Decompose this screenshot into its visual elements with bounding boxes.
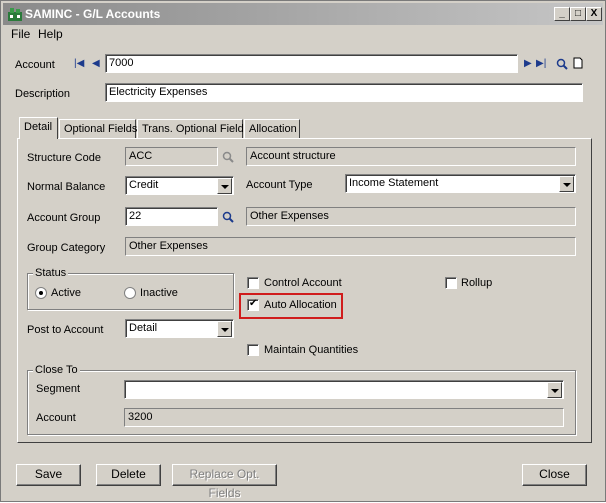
- save-button[interactable]: Save: [16, 464, 81, 486]
- post-to-account-select[interactable]: Detail: [125, 319, 234, 338]
- structure-code-field: ACC: [125, 147, 218, 166]
- account-type-select[interactable]: Income Statement: [345, 174, 576, 193]
- post-to-account-label: Post to Account: [27, 324, 104, 336]
- first-record-icon[interactable]: |◀: [74, 58, 84, 69]
- finder-icon[interactable]: [556, 58, 568, 70]
- segment-label: Segment: [36, 383, 81, 395]
- menu-bar: File Help: [3, 25, 603, 43]
- maximize-button[interactable]: □: [570, 7, 586, 21]
- tab-optional-fields[interactable]: Optional Fields: [59, 119, 137, 139]
- account-group-label: Account Group: [27, 212, 101, 224]
- description-label: Description: [15, 88, 71, 100]
- account-group-finder-icon[interactable]: [222, 211, 234, 223]
- status-active-label: Active: [51, 287, 81, 299]
- description-input[interactable]: Electricity Expenses: [105, 83, 583, 102]
- tab-allocation[interactable]: Allocation: [244, 119, 300, 139]
- menu-help[interactable]: Help: [38, 27, 63, 41]
- status-inactive-radio[interactable]: [124, 287, 136, 299]
- rollup-checkbox[interactable]: [445, 277, 457, 289]
- chevron-down-icon[interactable]: [559, 176, 574, 192]
- delete-button[interactable]: Delete: [96, 464, 161, 486]
- group-category-field: Other Expenses: [125, 237, 576, 256]
- close-account-field: 3200: [124, 408, 564, 427]
- replace-opt-fields-button[interactable]: Replace Opt. Fields: [172, 464, 277, 500]
- structure-code-finder-icon: [222, 151, 234, 163]
- chevron-down-icon[interactable]: [547, 382, 562, 398]
- close-button[interactable]: Close: [522, 464, 587, 486]
- chevron-down-icon[interactable]: [217, 178, 232, 194]
- control-account-label: Control Account: [264, 277, 342, 289]
- next-record-icon[interactable]: ▶: [524, 58, 532, 69]
- app-icon: [8, 8, 22, 21]
- auto-allocation-label: Auto Allocation: [264, 299, 337, 311]
- status-group-label: Status: [33, 267, 69, 279]
- close-to-group-label: Close To: [33, 364, 80, 376]
- tab-trans-optional-fields[interactable]: Trans. Optional Fields: [137, 119, 249, 139]
- status-inactive-label: Inactive: [140, 287, 178, 299]
- rollup-label: Rollup: [461, 277, 493, 289]
- previous-record-icon[interactable]: ◀: [92, 58, 100, 69]
- close-window-button[interactable]: X: [586, 7, 602, 21]
- account-group-description-field: Other Expenses: [246, 207, 576, 226]
- normal-balance-label: Normal Balance: [27, 181, 106, 193]
- tab-detail[interactable]: Detail: [19, 117, 58, 139]
- status-active-radio[interactable]: [35, 287, 47, 299]
- title-bar: SAMINC - G/L Accounts _ □ X: [3, 3, 603, 25]
- group-category-label: Group Category: [27, 242, 106, 254]
- maintain-quantities-label: Maintain Quantities: [264, 344, 359, 356]
- account-label: Account: [15, 59, 55, 71]
- new-record-icon[interactable]: [572, 57, 584, 69]
- window-title: SAMINC - G/L Accounts: [25, 7, 161, 21]
- segment-select[interactable]: [124, 380, 564, 399]
- control-account-checkbox[interactable]: [247, 277, 259, 289]
- chevron-down-icon[interactable]: [217, 321, 232, 337]
- account-input[interactable]: 7000: [105, 54, 518, 73]
- maintain-quantities-checkbox[interactable]: [247, 344, 259, 356]
- minimize-button[interactable]: _: [554, 7, 570, 21]
- menu-file[interactable]: File: [11, 27, 30, 41]
- normal-balance-select[interactable]: Credit: [125, 176, 234, 195]
- structure-description-field: Account structure: [246, 147, 576, 166]
- account-type-label: Account Type: [246, 179, 313, 191]
- close-account-label: Account: [36, 412, 76, 424]
- structure-code-label: Structure Code: [27, 152, 101, 164]
- account-group-input[interactable]: 22: [125, 207, 218, 226]
- window: SAMINC - G/L Accounts _ □ X File Help Ac…: [0, 0, 606, 502]
- last-record-icon[interactable]: ▶|: [536, 58, 546, 69]
- auto-allocation-checkbox[interactable]: [247, 298, 259, 311]
